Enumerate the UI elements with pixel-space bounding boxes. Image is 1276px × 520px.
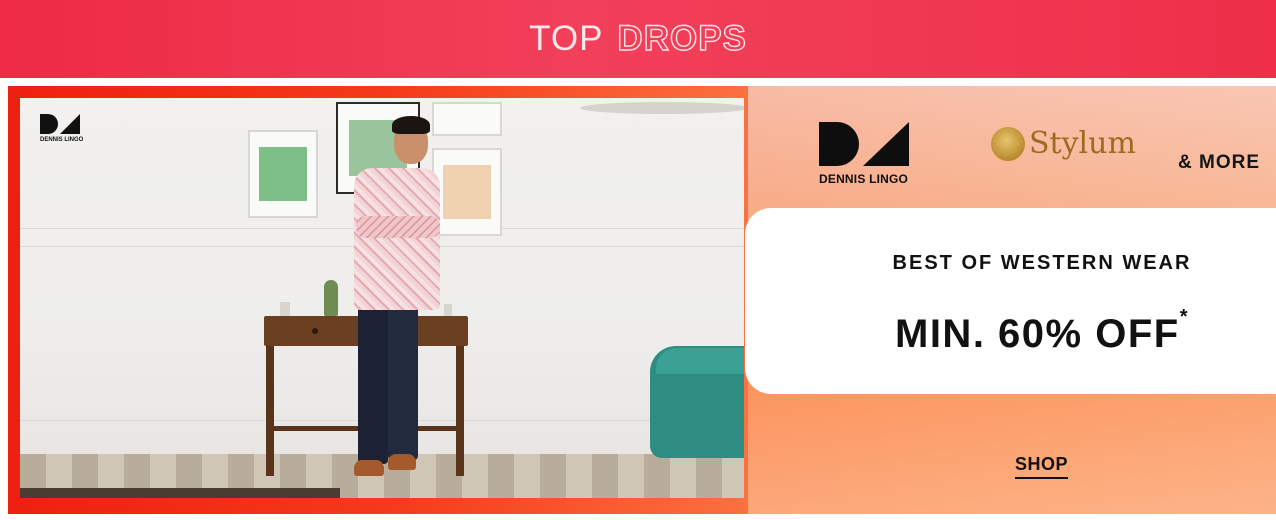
offer-subtitle: BEST OF WESTERN WEAR	[892, 252, 1192, 274]
dennis-lingo-wordmark: DENNIS LINGO	[819, 172, 909, 186]
stylum-logo[interactable]: Stylum	[991, 126, 1136, 161]
dennis-lingo-mark-icon	[819, 122, 919, 166]
dennis-lingo-mark-icon	[40, 114, 90, 134]
shop-link[interactable]: SHOP	[1015, 454, 1069, 479]
offer-headline-text: MIN. 60% OFF	[895, 312, 1180, 356]
model-pants	[388, 304, 418, 460]
model-shoe	[354, 460, 384, 476]
dennis-lingo-small-logo: DENNIS LINGO	[40, 114, 90, 143]
drawer-knob	[312, 328, 318, 334]
rug-edge	[20, 488, 340, 498]
cactus-plant	[324, 280, 338, 316]
wall-frame	[248, 130, 318, 218]
wall-frame	[432, 102, 502, 136]
model-hair	[392, 116, 430, 134]
plant-pot	[444, 304, 452, 316]
offer-card[interactable]: BEST OF WESTERN WEAR MIN. 60% OFF*	[745, 208, 1276, 394]
model-pants	[358, 304, 388, 464]
lion-emblem-icon	[991, 126, 1025, 161]
stylum-wordmark: Stylum	[1029, 126, 1136, 161]
ceiling-lamp	[580, 102, 744, 114]
table-leg	[456, 346, 464, 476]
small-logo-text: DENNIS LINGO	[40, 137, 84, 143]
model-shoe	[388, 454, 416, 470]
section-title: TOP DROPS	[529, 18, 747, 59]
wall-frame	[432, 148, 502, 236]
plant-pot	[280, 302, 290, 316]
model-shirt	[354, 168, 440, 310]
offer-headline: MIN. 60% OFF*	[745, 306, 1276, 357]
offer-asterisk: *	[1179, 306, 1189, 328]
model-photo[interactable]: DENNIS LINGO	[20, 98, 744, 498]
model-crossed-arms	[356, 216, 440, 238]
table-leg	[266, 346, 274, 476]
teal-sofa-top	[656, 348, 744, 374]
dennis-lingo-logo[interactable]: DENNIS LINGO	[819, 122, 919, 186]
more-brands-text: & MORE	[1178, 152, 1260, 173]
section-title-word-drops: DROPS	[617, 18, 747, 58]
section-header: TOP DROPS	[0, 0, 1276, 78]
section-title-word-top: TOP	[529, 19, 604, 58]
promo-banner[interactable]: DENNIS LINGO DENNIS LINGO Stylum & MORE …	[8, 86, 1276, 514]
